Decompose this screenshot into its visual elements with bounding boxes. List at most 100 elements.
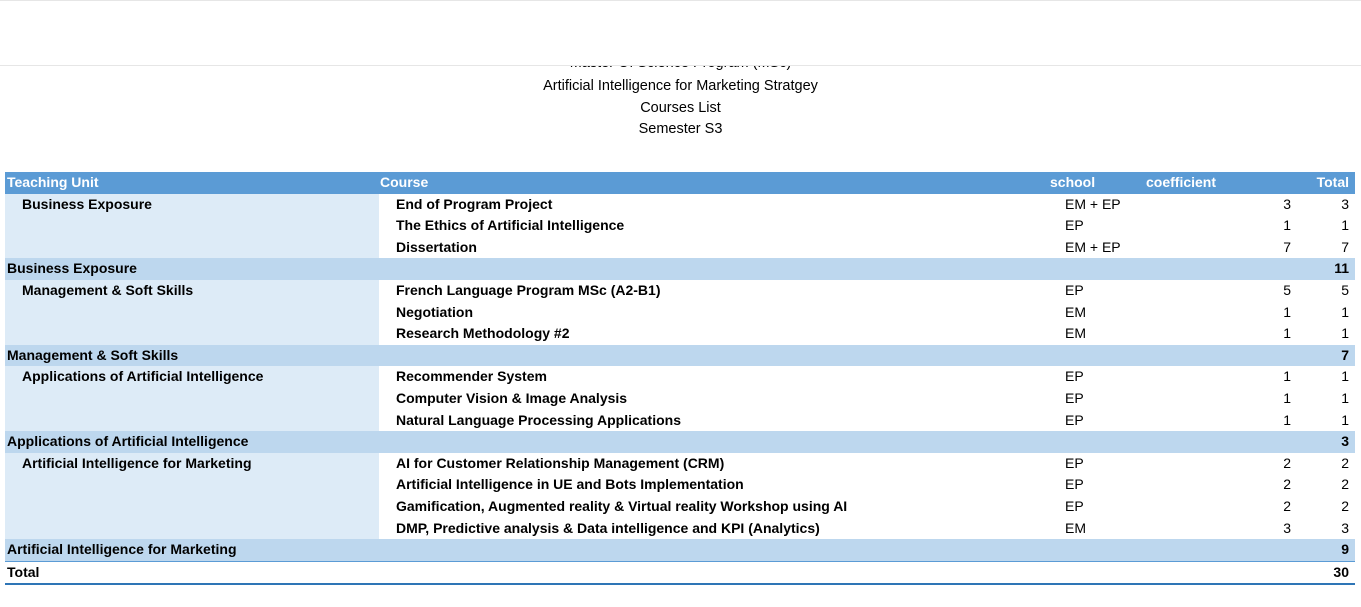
unit-column-shading [5, 517, 379, 540]
course-total: 3 [1341, 519, 1349, 536]
course-coefficient: 1 [1283, 368, 1291, 385]
course-coefficient: 1 [1283, 325, 1291, 342]
grand-total-label: Total [7, 563, 40, 580]
teaching-unit-name: Business Exposure [22, 195, 152, 212]
course-coefficient: 7 [1283, 238, 1291, 255]
course-coefficient: 1 [1283, 217, 1291, 234]
course-total: 2 [1341, 497, 1349, 514]
course-school: EP [1065, 497, 1084, 514]
course-school: EP [1065, 411, 1084, 428]
course-coefficient: 5 [1283, 281, 1291, 298]
unit-column-shading [5, 215, 379, 237]
course-total: 7 [1341, 238, 1349, 255]
subtotal-row: Business Exposure 11 [5, 258, 1355, 280]
course-name: Negotiation [396, 303, 473, 320]
course-name: Natural Language Processing Applications [396, 411, 681, 428]
course-total: 1 [1341, 389, 1349, 406]
course-total: 1 [1341, 368, 1349, 385]
column-header-course: Course [380, 174, 429, 190]
course-coefficient: 3 [1283, 519, 1291, 536]
unit-column-shading [5, 387, 379, 410]
course-name: Computer Vision & Image Analysis [396, 389, 628, 406]
program-name: Artificial Intelligence for Marketing St… [543, 78, 818, 94]
course-name: Recommender System [396, 368, 547, 385]
course-school: EM [1065, 303, 1086, 320]
course-name: The Ethics of Artificial Intelligence [396, 217, 625, 234]
course-school: EM [1065, 325, 1086, 342]
course-total: 3 [1341, 195, 1349, 212]
course-school: EP [1065, 454, 1084, 471]
course-name: Dissertation [396, 238, 477, 255]
column-header-school: school [1050, 174, 1096, 190]
course-coefficient: 2 [1283, 476, 1291, 493]
course-total: 1 [1341, 411, 1349, 428]
course-coefficient: 3 [1283, 195, 1291, 212]
course-row: Natural Language Processing Applications… [5, 409, 1355, 432]
column-header-teaching-unit: Teaching Unit [7, 174, 99, 190]
top-toolbar-area [0, 0, 1361, 66]
course-name: Gamification, Augmented reality & Virtua… [396, 497, 848, 514]
course-row: Negotiation EM 1 1 [5, 301, 1355, 324]
course-row: Business Exposure End of Program Project E… [5, 193, 1355, 216]
course-coefficient: 2 [1283, 497, 1291, 514]
course-school: EP [1065, 217, 1084, 234]
course-school: EM [1065, 519, 1086, 536]
course-total: 5 [1341, 281, 1349, 298]
course-school: EM + EP [1065, 238, 1121, 255]
subtotal-label: Artificial Intelligence for Marketing [7, 541, 237, 558]
course-name: Artificial Intelligence in UE and Bots I… [396, 476, 744, 493]
course-row: Computer Vision & Image Analysis EP 1 1 [5, 387, 1355, 410]
unit-column-shading [5, 474, 379, 496]
semester-label: Semester S3 [638, 121, 723, 137]
subtotal-value: 7 [1341, 346, 1349, 363]
subtotal-row: Management & Soft Skills 7 [5, 344, 1355, 367]
course-coefficient: 1 [1283, 303, 1291, 320]
subtotal-row: Artificial Intelligence for Marketing 9 [5, 539, 1355, 561]
course-school: EM + EP [1065, 195, 1121, 212]
course-row: Management & Soft Skills French Language … [5, 279, 1355, 302]
subtotal-row: Applications of Artificial Intelligence 3 [5, 431, 1355, 453]
course-row: Research Methodology #2 EM 1 1 [5, 323, 1355, 345]
course-coefficient: 1 [1283, 411, 1291, 428]
teaching-unit-name: Applications of Artificial Intelligence [22, 368, 264, 385]
unit-column-shading [5, 236, 379, 259]
subtotal-label: Applications of Artificial Intelligence [7, 433, 249, 450]
course-total: 1 [1341, 217, 1349, 234]
course-name: AI for Customer Relationship Management … [396, 454, 725, 471]
course-row: Applications of Artificial Intelligence R… [5, 366, 1355, 388]
column-header-total: Total [1316, 174, 1349, 190]
course-total: 2 [1341, 454, 1349, 471]
grand-total-row: Total 30 [5, 560, 1355, 586]
subtotal-label: Business Exposure [7, 260, 137, 277]
table-header-row: Teaching Unit Course school coefficient … [5, 172, 1355, 194]
subtotal-value: 9 [1341, 541, 1349, 558]
unit-column-shading [5, 301, 379, 324]
table-body: Business Exposure End of Program Project E… [5, 193, 1355, 561]
course-row: DMP, Predictive analysis & Data intellig… [5, 517, 1355, 540]
course-school: EP [1065, 281, 1084, 298]
course-coefficient: 1 [1283, 389, 1291, 406]
course-row: Artificial Intelligence for Marketing AI … [5, 452, 1355, 475]
course-total: 1 [1341, 325, 1349, 342]
course-total: 1 [1341, 303, 1349, 320]
courses-table: Teaching Unit Course school coefficient … [5, 172, 1355, 586]
course-name: DMP, Predictive analysis & Data intellig… [396, 519, 820, 536]
list-title: Courses List [640, 99, 721, 116]
unit-column-shading [5, 323, 379, 345]
course-school: EP [1065, 389, 1084, 406]
course-total: 2 [1341, 476, 1349, 493]
course-coefficient: 2 [1283, 454, 1291, 471]
grand-total-value: 30 [1333, 563, 1349, 580]
course-row: Dissertation EM + EP 7 7 [5, 236, 1355, 259]
course-name: End of Program Project [396, 195, 553, 212]
teaching-unit-name: Management & Soft Skills [22, 281, 194, 298]
course-row: Gamification, Augmented reality & Virtua… [5, 495, 1355, 518]
course-school: EP [1065, 368, 1084, 385]
unit-column-shading [5, 495, 379, 518]
subtotal-label: Management & Soft Skills [7, 346, 179, 363]
column-header-coefficient: coefficient [1146, 174, 1217, 190]
course-row: The Ethics of Artificial Intelligence EP 1… [5, 215, 1355, 237]
course-school: EP [1065, 476, 1084, 493]
course-name: Research Methodology #2 [396, 325, 570, 342]
course-name: French Language Program MSc (A2-B1) [396, 281, 661, 298]
